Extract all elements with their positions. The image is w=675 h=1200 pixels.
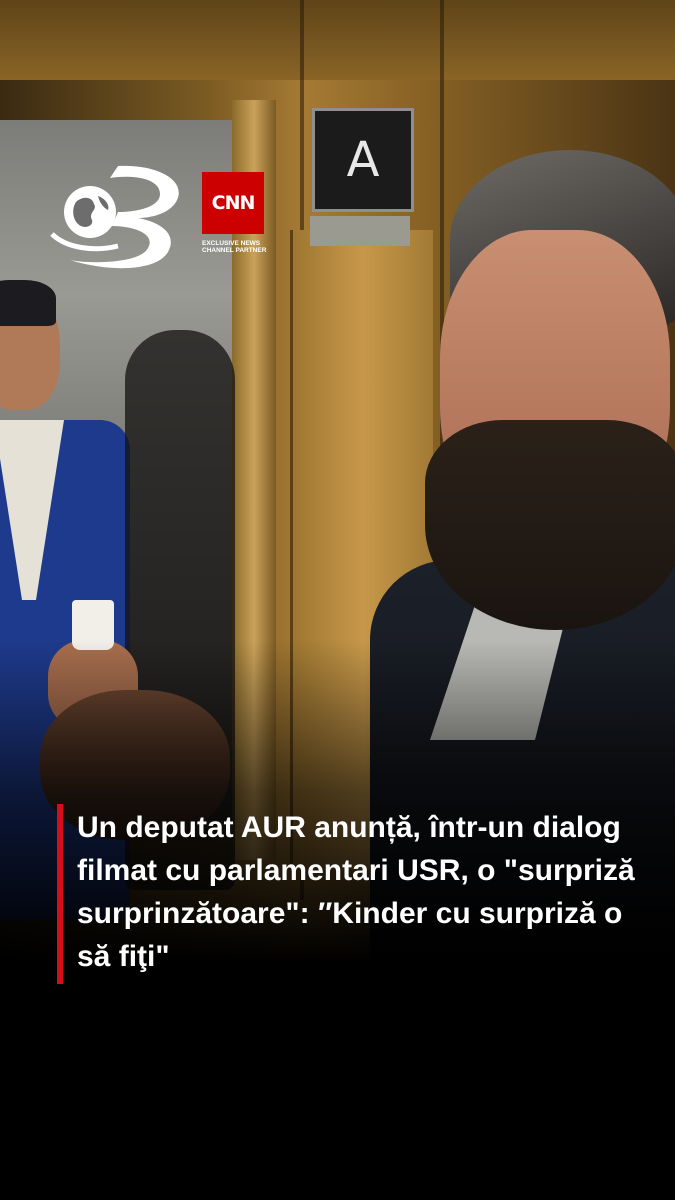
cnn-logo-text: CNN — [211, 192, 256, 214]
person-left-hair — [0, 280, 56, 326]
wall-panel — [0, 0, 675, 80]
elevator-call-plate — [310, 216, 410, 246]
antena3-logo — [50, 165, 179, 269]
partner-text: EXCLUSIVE NEWS CHANNEL PARTNER — [202, 240, 267, 254]
caption-headline: Un deputat AUR anunță, într-un dialog fi… — [77, 811, 635, 973]
main-person-beard — [425, 420, 675, 630]
elevator-sign: A — [312, 108, 414, 212]
cnn-logo: CNN — [202, 172, 264, 234]
video-frame: A CNN EXCLUSIVE NEWS CHANNEL PARTNER Un … — [0, 0, 675, 1200]
caption-accent-bar — [57, 804, 63, 984]
elevator-sign-letter: A — [346, 132, 380, 188]
